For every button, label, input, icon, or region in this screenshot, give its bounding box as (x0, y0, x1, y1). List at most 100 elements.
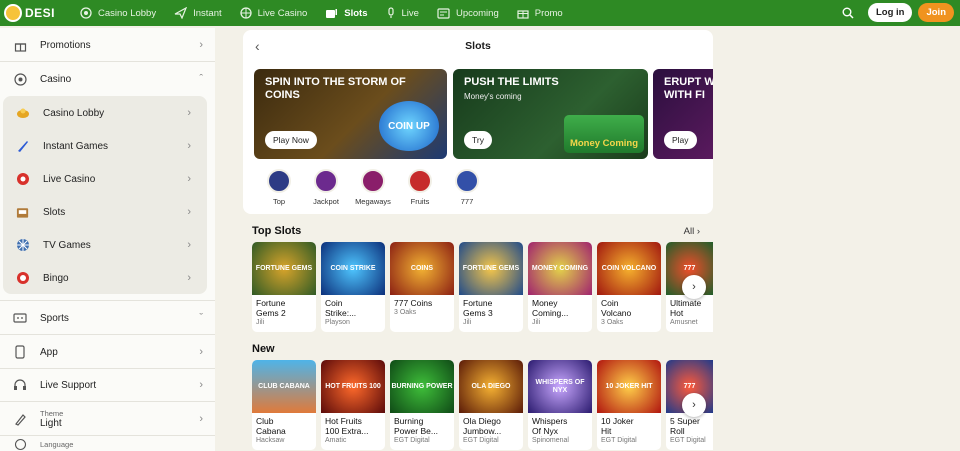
game-card[interactable]: HOT FRUITS 100 Hot Fruits 100 Extra... Amat… (321, 360, 385, 450)
game-name: Fortune (463, 298, 493, 308)
nav-live-casino[interactable]: Live Casino (239, 7, 308, 19)
brand-name: DESI (25, 6, 56, 20)
game-card[interactable]: OLA DIEGO Ola Diego Jumbow... EGT Digital (459, 360, 523, 450)
game-card[interactable]: MONEY COMING Money Coming... Jili (528, 242, 592, 332)
game-name: Jumbow... (463, 426, 502, 436)
calendar-icon (437, 8, 450, 19)
game-name: Fortune (256, 298, 286, 308)
logo-icon (4, 4, 22, 22)
try-button[interactable]: Try (464, 131, 492, 149)
join-button[interactable]: Join (918, 3, 954, 22)
divider (0, 61, 215, 62)
sidebar-item-slots[interactable]: Slots › (3, 201, 207, 223)
sidebar-item-tv-games[interactable]: TV Games › (3, 234, 207, 256)
game-art: COINS (390, 242, 454, 295)
sidebar-item-label: Casino (40, 73, 72, 85)
game-name: Cabana (256, 426, 286, 436)
nav-slots[interactable]: Slots (325, 7, 368, 19)
sidebar-item-label: App (40, 346, 58, 358)
game-card[interactable]: FORTUNE GEMS Fortune Gems 3 Jili (459, 242, 523, 332)
sidebar-item-label: Instant Games (43, 140, 109, 152)
sidebar-item-promotions[interactable]: Promotions › (0, 34, 215, 56)
game-card[interactable]: CLUB CABANA Club Cabana Hacksaw (252, 360, 316, 450)
sidebar-item-instant-games[interactable]: Instant Games › (3, 135, 207, 157)
category-megaways[interactable]: Megaways (353, 169, 393, 206)
money-coming-art: Money Coming (564, 115, 644, 153)
chevron-right-icon: › (199, 346, 203, 358)
nav-label: Upcoming (455, 7, 499, 19)
sidebar-item-label: Promotions (40, 39, 91, 51)
nav-promo[interactable]: Promo (517, 7, 563, 19)
banner-subtitle: Money's coming (464, 92, 522, 101)
slot-machine-icon (326, 9, 338, 18)
game-name: Burning (394, 416, 424, 426)
game-card[interactable]: FORTUNE GEMS Fortune Gems 2 Jili (252, 242, 316, 332)
game-name: Whispers (532, 416, 568, 426)
next-arrow-button[interactable]: › (682, 393, 706, 417)
promo-banner[interactable]: ERUPT W WITH FI Play (653, 69, 713, 159)
game-name: Coin (325, 298, 343, 308)
sidebar: Promotions › Casino ˆ Casino Lobby › Ins… (0, 28, 215, 451)
bingo-ball-icon (16, 271, 30, 285)
promo-banner[interactable]: PUSH THE LIMITS Money's coming Money Com… (453, 69, 648, 159)
sidebar-item-language[interactable]: Language (0, 438, 215, 450)
divider (0, 368, 215, 369)
sidebar-item-bingo[interactable]: Bingo › (3, 267, 207, 289)
nav-label: Promo (534, 7, 563, 19)
brand-logo[interactable]: DESI (4, 4, 62, 22)
game-card[interactable]: WHISPERS OF NYX Whispers Of Nyx Spinomenal (528, 360, 592, 450)
category-fruits[interactable]: Fruits (400, 169, 440, 206)
game-art: COIN STRIKE (321, 242, 385, 295)
nav-label: Live Casino (257, 7, 308, 19)
game-name: Power Be... (394, 426, 438, 436)
category-top[interactable]: Top (259, 169, 299, 206)
category-jackpot[interactable]: Jackpot (306, 169, 346, 206)
nav-live[interactable]: Live (386, 7, 419, 19)
search-icon[interactable] (842, 7, 854, 19)
banner-title: ERUPT W WITH FI (664, 76, 713, 101)
nav-casino-lobby[interactable]: Casino Lobby (80, 7, 156, 19)
game-name: Of Nyx (532, 426, 558, 436)
chevron-right-icon: › (187, 140, 191, 152)
login-button[interactable]: Log in (867, 3, 913, 22)
theme-label: Theme (40, 409, 64, 418)
nav-label: Live (401, 7, 419, 19)
casino-chip-icon (13, 72, 27, 86)
sidebar-item-casino-lobby[interactable]: Casino Lobby › (3, 102, 207, 124)
all-link[interactable]: All › (684, 226, 700, 237)
nav-instant[interactable]: Instant (174, 7, 222, 19)
game-card[interactable]: 10 JOKER HIT 10 Joker Hit EGT Digital (597, 360, 661, 450)
divider (0, 300, 215, 301)
sidebar-item-live-support[interactable]: Live Support › (0, 374, 215, 396)
category-777[interactable]: 777 (447, 169, 487, 206)
top-icon (267, 169, 291, 193)
slot-machine-icon (16, 205, 30, 219)
sidebar-item-casino[interactable]: Casino ˆ (0, 68, 215, 90)
game-provider: Amatic (325, 437, 347, 444)
play-button[interactable]: Play (664, 131, 697, 149)
game-provider: EGT Digital (463, 437, 499, 444)
sidebar-item-sports[interactable]: Sports ˇ (0, 307, 215, 329)
game-name: 777 Coins (394, 298, 433, 308)
chevron-up-icon: ˆ (199, 73, 203, 85)
microphone-icon (387, 7, 394, 18)
sidebar-item-app[interactable]: App › (0, 341, 215, 363)
next-arrow-button[interactable]: › (682, 275, 706, 299)
sidebar-item-label: Casino Lobby (43, 107, 105, 119)
nav-upcoming[interactable]: Upcoming (437, 7, 499, 19)
game-name: Gems 3 (463, 308, 493, 318)
game-provider: Hacksaw (256, 437, 285, 444)
brush-icon (13, 412, 27, 426)
game-card[interactable]: COIN STRIKE Coin Strike:... Playson (321, 242, 385, 332)
wheel-icon (16, 238, 30, 252)
game-card[interactable]: BURNING POWER Burning Power Be... EGT Digit… (390, 360, 454, 450)
game-card[interactable]: COINS 777 Coins 3 Oaks (390, 242, 454, 332)
sidebar-item-theme[interactable]: Theme Light › (0, 406, 215, 432)
chevron-right-icon: › (187, 272, 191, 284)
promo-banner[interactable]: SPIN INTO THE STORM OF COINS COIN UP Pla… (254, 69, 447, 159)
game-name: Hit (601, 426, 612, 436)
game-card[interactable]: COIN VOLCANO Coin Volcano 3 Oaks (597, 242, 661, 332)
game-provider: Jili (463, 319, 472, 326)
sidebar-item-live-casino[interactable]: Live Casino › (3, 168, 207, 190)
play-now-button[interactable]: Play Now (265, 131, 317, 149)
